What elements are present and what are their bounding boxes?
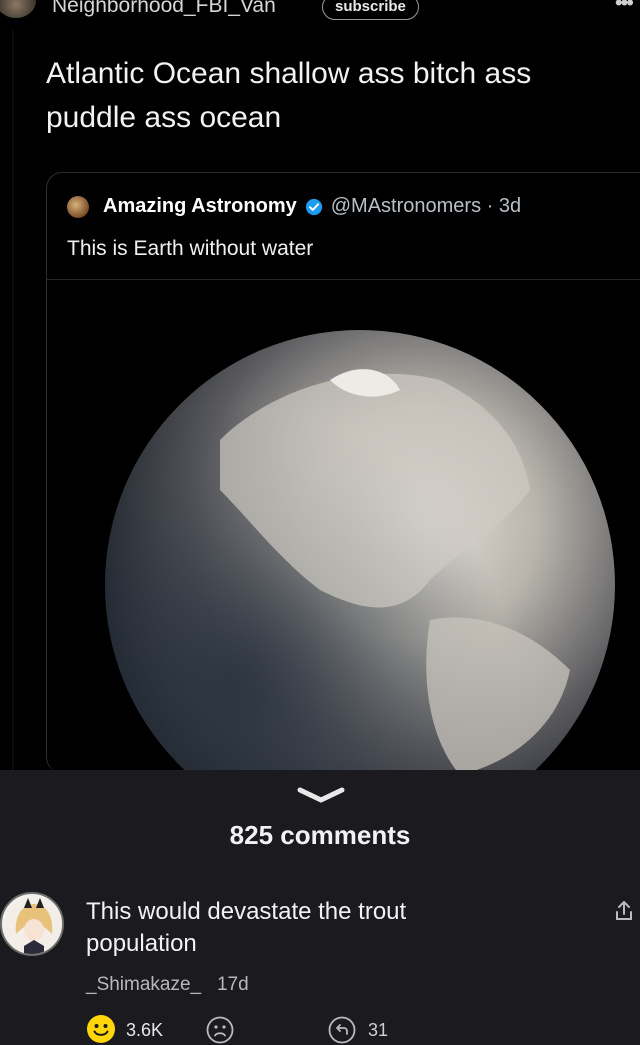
comment-time: 17d bbox=[216, 974, 249, 995]
more-options-icon[interactable]: ••• bbox=[615, 0, 634, 16]
post-card: Neighborhood_FBI_Van subscribe ••• Atlan… bbox=[0, 0, 640, 770]
subscribe-button[interactable]: subscribe bbox=[322, 0, 419, 20]
reply-icon[interactable] bbox=[328, 1016, 356, 1044]
comments-section: 825 comments This would devastate the tr… bbox=[0, 770, 640, 1045]
commenter-avatar[interactable] bbox=[0, 892, 64, 956]
quoted-avatar bbox=[67, 195, 89, 218]
post-header: Neighborhood_FBI_Van subscribe ••• bbox=[0, 0, 640, 24]
comment-actions: 3.6K 31 bbox=[86, 1014, 586, 1044]
smile-reaction-icon[interactable] bbox=[86, 1014, 116, 1044]
poster-avatar[interactable] bbox=[0, 0, 36, 18]
quoted-tweet-header: Amazing Astronomy @MAstronomers · 3d bbox=[67, 195, 521, 218]
comment-meta: _Shimakaze_ 17d bbox=[86, 974, 249, 996]
share-icon[interactable] bbox=[614, 900, 634, 922]
chevron-down-icon[interactable] bbox=[296, 784, 346, 806]
anime-avatar-icon bbox=[4, 896, 62, 954]
likes-count: 3.6K bbox=[126, 1020, 164, 1040]
quoted-display-name: Amazing Astronomy bbox=[103, 195, 297, 217]
post-title: Atlantic Ocean shallow ass bitch ass pud… bbox=[46, 57, 532, 134]
frown-reaction-icon[interactable] bbox=[206, 1016, 234, 1044]
commenter-username[interactable]: _Shimakaze_ bbox=[86, 974, 201, 995]
comments-count[interactable]: 825 comments bbox=[0, 820, 640, 851]
divider bbox=[12, 30, 14, 770]
quoted-tweet-text: This is Earth without water bbox=[67, 237, 314, 260]
quoted-divider bbox=[47, 279, 640, 280]
quoted-handle-time: @MAstronomers · 3d bbox=[330, 195, 522, 217]
verified-badge-icon bbox=[305, 198, 322, 215]
earth-without-water-image bbox=[105, 330, 615, 770]
poster-username[interactable]: Neighborhood_FBI_Van bbox=[52, 0, 276, 18]
comment-text: This would devastate the trout populatio… bbox=[86, 898, 407, 957]
replies-count: 31 bbox=[368, 1020, 389, 1040]
